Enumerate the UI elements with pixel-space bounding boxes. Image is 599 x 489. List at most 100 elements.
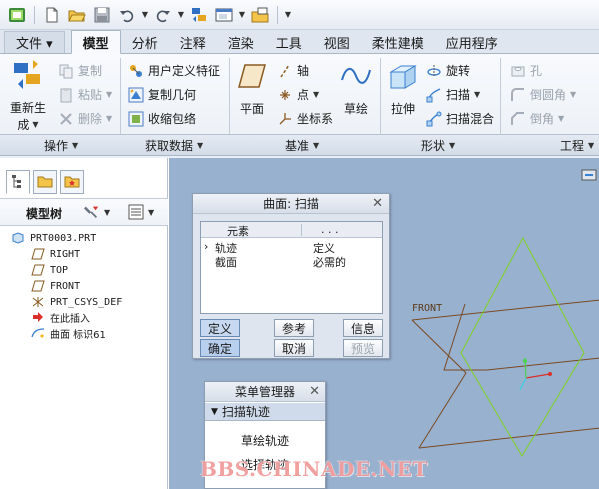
ok-button[interactable]: 确定 <box>200 339 240 357</box>
paste-button[interactable]: 粘贴 ▼ <box>58 86 112 103</box>
axis-button[interactable]: 轴 <box>277 62 309 79</box>
reference-button[interactable]: 参考 <box>274 319 314 337</box>
tree-item-surface[interactable]: 曲面 标识61 <box>30 325 106 341</box>
sketch-label: 草绘 <box>343 102 368 116</box>
group-label-text: 工程 <box>560 138 585 153</box>
tab-applications[interactable]: 应用程序 <box>435 31 509 53</box>
regenerate-icon[interactable] <box>188 4 210 26</box>
group-label-engineering[interactable]: 工程 ▼ <box>560 137 594 153</box>
tab-model[interactable]: 模型 <box>70 30 121 54</box>
csys-icon <box>277 111 293 127</box>
tree-item-label: PRT_CSYS_DEF <box>50 296 123 308</box>
tree-item-top[interactable]: TOP <box>30 262 68 278</box>
tab-view[interactable]: 视图 <box>313 31 361 53</box>
chevron-down-icon[interactable]: ▼ <box>313 90 319 99</box>
redo-dropdown-icon[interactable]: ▼ <box>177 4 185 26</box>
undo-dropdown-icon[interactable]: ▼ <box>141 4 149 26</box>
sweep-button[interactable]: 扫描 ▼ <box>426 86 480 103</box>
group-label-datum[interactable]: 基准 ▼ <box>285 137 319 153</box>
customize-icon[interactable]: ▼ <box>284 4 292 26</box>
column-divider <box>301 224 302 236</box>
plane-button[interactable]: 平面 <box>236 62 268 117</box>
plane-label: 平面 <box>239 102 264 116</box>
tree-item-front[interactable]: FRONT <box>30 278 80 294</box>
group-label-shapes[interactable]: 形状 ▼ <box>421 137 455 153</box>
view-toolbar-icon[interactable] <box>580 166 598 187</box>
redo-icon[interactable] <box>152 4 174 26</box>
favorites-tab[interactable] <box>60 170 84 194</box>
cancel-button[interactable]: 取消 <box>274 339 314 357</box>
close-icon[interactable]: ✕ <box>309 384 320 399</box>
tree-show-button[interactable]: ▼ <box>128 204 154 220</box>
group-label-get-data[interactable]: 获取数据 ▼ <box>145 137 203 153</box>
regenerate-icon <box>12 60 44 93</box>
element-list[interactable]: 元素 . . . › 轨迹 定义 截面 必需的 <box>200 221 383 314</box>
round-icon <box>510 87 526 103</box>
tree-settings-button[interactable]: ▼ <box>84 204 110 220</box>
info-button[interactable]: 信息 <box>343 319 383 337</box>
chevron-down-icon[interactable]: ▼ <box>104 208 110 217</box>
windows-dropdown-icon[interactable]: ▼ <box>238 4 246 26</box>
tree-item-right[interactable]: RIGHT <box>30 246 80 262</box>
tab-analysis[interactable]: 分析 <box>121 31 169 53</box>
tree-item-label: FRONT <box>50 280 81 292</box>
regenerate-button[interactable]: 重新生 成 ▼ <box>8 60 48 133</box>
swept-blend-button[interactable]: 扫描混合 <box>426 110 494 127</box>
tab-flexible-modeling[interactable]: 柔性建模 <box>361 31 435 53</box>
round-button[interactable]: 倒圆角 ▼ <box>510 86 576 103</box>
new-icon[interactable] <box>41 4 63 26</box>
chevron-down-icon[interactable]: ▼ <box>106 114 112 123</box>
udf-button[interactable]: 用户定义特征 <box>128 62 220 79</box>
part-icon <box>10 230 26 246</box>
undo-icon[interactable] <box>116 4 138 26</box>
chevron-down-icon[interactable]: ▼ <box>148 208 154 217</box>
save-icon[interactable] <box>91 4 113 26</box>
tab-annotate[interactable]: 注释 <box>169 31 217 53</box>
chevron-down-icon[interactable]: ▼ <box>32 120 38 129</box>
element-row[interactable]: 截面 必需的 <box>201 254 382 269</box>
preview-button[interactable]: 预览 <box>343 339 383 357</box>
tree-item-insert-here[interactable]: 在此插入 <box>30 309 90 325</box>
shrinkwrap-button[interactable]: 收缩包络 <box>128 110 196 127</box>
element-row[interactable]: › 轨迹 定义 <box>201 240 382 255</box>
define-button[interactable]: 定义 <box>200 319 240 337</box>
model-tree-tab[interactable] <box>6 170 30 194</box>
menu-manager-title: 菜单管理器 <box>205 382 325 402</box>
windows-icon[interactable] <box>213 4 235 26</box>
regenerate-label-2: 成 <box>17 118 30 132</box>
sweep-trajectory-menu-header[interactable]: ▼ 扫描轨迹 <box>205 403 325 421</box>
point-button[interactable]: 点 ▼ <box>277 86 319 103</box>
chevron-down-icon[interactable]: ▼ <box>570 90 576 99</box>
sketch-button[interactable]: 草绘 <box>337 62 375 117</box>
app-icon[interactable] <box>6 4 28 26</box>
chamfer-button[interactable]: 倒角 ▼ <box>510 110 564 127</box>
tree-item-part[interactable]: PRT0003.PRT <box>10 230 96 246</box>
tree-item-csys[interactable]: PRT_CSYS_DEF <box>30 294 122 310</box>
open-icon[interactable] <box>66 4 88 26</box>
tab-render[interactable]: 渲染 <box>217 31 265 53</box>
chevron-down-icon: ▼ <box>72 140 79 150</box>
csys-button[interactable]: 坐标系 <box>277 110 333 127</box>
folder-browser-tab[interactable] <box>33 170 57 194</box>
copy-button[interactable]: 复制 <box>58 62 102 79</box>
csys-icon <box>30 294 46 310</box>
group-label-operations[interactable]: 操作 ▼ <box>44 137 78 153</box>
revolve-button[interactable]: 旋转 <box>426 62 470 79</box>
hole-button[interactable]: 孔 <box>510 62 542 79</box>
chevron-down-icon[interactable]: ▼ <box>474 90 480 99</box>
tab-file[interactable]: 文件 ▾ <box>4 31 65 53</box>
sketch-icon <box>340 62 372 93</box>
tree-item-label: TOP <box>50 264 69 276</box>
extrude-button[interactable]: 拉伸 <box>386 62 420 117</box>
axis-icon <box>277 63 293 79</box>
close-window-icon[interactable] <box>249 4 271 26</box>
chamfer-icon <box>510 111 526 127</box>
delete-button[interactable]: 删除 ▼ <box>58 110 112 127</box>
tree-item-label: 在此插入 <box>50 313 90 325</box>
tab-tools[interactable]: 工具 <box>265 31 313 53</box>
copy-geometry-button[interactable]: 复制几何 <box>128 86 196 103</box>
close-icon[interactable]: ✕ <box>372 196 383 211</box>
chevron-down-icon[interactable]: ▼ <box>106 90 112 99</box>
chevron-down-icon[interactable]: ▼ <box>558 114 564 123</box>
menu-item-sketch-trajectory[interactable]: 草绘轨迹 <box>205 431 325 449</box>
